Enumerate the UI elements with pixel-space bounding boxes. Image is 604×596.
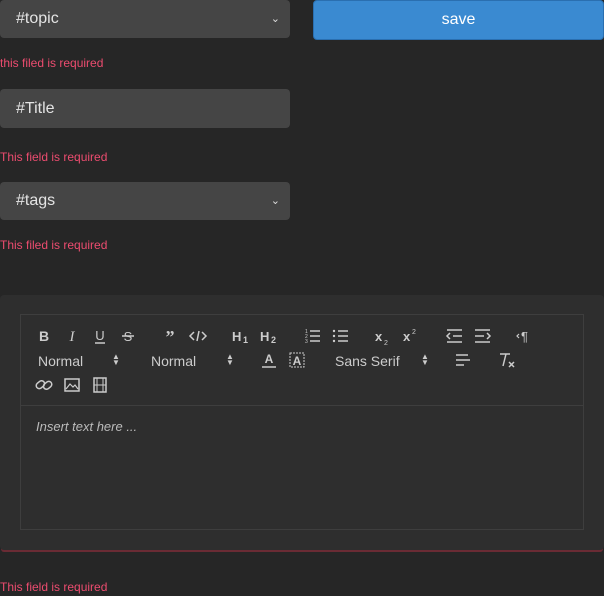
svg-text:I: I xyxy=(69,329,76,345)
editor-card: B I U S ” H1 H2 123 xyxy=(0,295,604,550)
topic-select[interactable]: #topic ⌄ xyxy=(0,0,290,38)
indent-icon[interactable] xyxy=(473,326,493,346)
chevron-down-icon: ⌄ xyxy=(270,195,280,207)
updown-icon: ▲ ▼ xyxy=(421,352,429,367)
title-input[interactable]: #Title xyxy=(0,89,290,128)
strike-icon[interactable]: S xyxy=(118,326,138,346)
chevron-down-icon: ⌄ xyxy=(270,13,280,25)
h2-icon[interactable]: H2 xyxy=(259,326,279,346)
svg-text:U: U xyxy=(95,328,104,343)
title-error: This field is required xyxy=(0,150,108,164)
background-color-icon[interactable]: A xyxy=(287,350,307,370)
title-value: #Title xyxy=(16,100,55,117)
underline-icon[interactable]: U xyxy=(90,326,110,346)
bullet-list-icon[interactable] xyxy=(331,326,351,346)
subscript-icon[interactable]: x2 xyxy=(373,326,393,346)
svg-text:1: 1 xyxy=(243,335,248,345)
header-select[interactable]: Normal ▲ ▼ xyxy=(38,352,122,370)
svg-text:A: A xyxy=(265,352,274,366)
bold-icon[interactable]: B xyxy=(34,326,54,346)
svg-text:B: B xyxy=(39,328,49,344)
superscript-icon[interactable]: x2 xyxy=(401,326,421,346)
image-icon[interactable] xyxy=(62,375,82,395)
h1-icon[interactable]: H1 xyxy=(231,326,251,346)
topic-value: #topic xyxy=(16,10,59,27)
svg-text:¶: ¶ xyxy=(521,329,528,344)
font-select[interactable]: Sans Serif ▲ ▼ xyxy=(335,352,429,370)
updown-icon: ▲ ▼ xyxy=(112,352,120,367)
size-select[interactable]: Normal ▲ ▼ xyxy=(151,352,235,370)
italic-icon[interactable]: I xyxy=(62,326,82,346)
ordered-list-icon[interactable]: 123 xyxy=(303,326,323,346)
link-icon[interactable] xyxy=(34,375,54,395)
editor-content[interactable]: Insert text here ... xyxy=(36,419,137,434)
blockquote-icon[interactable]: ” xyxy=(160,326,180,346)
svg-text:3: 3 xyxy=(305,339,308,345)
svg-text:2: 2 xyxy=(412,329,416,336)
svg-text:”: ” xyxy=(166,327,175,346)
tags-error: This filed is required xyxy=(0,238,108,252)
save-button[interactable]: save xyxy=(313,0,604,40)
svg-text:H: H xyxy=(232,329,241,344)
topic-error: this filed is required xyxy=(0,56,104,70)
code-block-icon[interactable] xyxy=(188,326,208,346)
svg-text:H: H xyxy=(260,329,269,344)
size-select-value: Normal xyxy=(151,353,197,369)
svg-text:x: x xyxy=(375,329,383,344)
editor-toolbar: B I U S ” H1 H2 123 xyxy=(21,315,583,406)
tags-select[interactable]: #tags ⌄ xyxy=(0,182,290,220)
svg-text:x: x xyxy=(403,329,411,344)
clear-format-icon[interactable] xyxy=(497,350,517,370)
updown-icon: ▲ ▼ xyxy=(226,352,234,367)
header-select-value: Normal xyxy=(38,353,84,369)
svg-text:2: 2 xyxy=(271,335,276,345)
text-color-icon[interactable]: A xyxy=(259,350,279,370)
svg-text:A: A xyxy=(293,354,302,368)
video-icon[interactable] xyxy=(90,375,110,395)
align-left-icon[interactable] xyxy=(453,350,473,370)
tags-value: #tags xyxy=(16,192,56,209)
svg-text:2: 2 xyxy=(384,340,388,346)
rtl-icon[interactable]: ¶ xyxy=(515,326,535,346)
editor-error: This field is required xyxy=(0,580,108,594)
rich-text-editor: B I U S ” H1 H2 123 xyxy=(20,314,584,530)
outdent-icon[interactable] xyxy=(445,326,465,346)
font-select-value: Sans Serif xyxy=(335,353,400,369)
